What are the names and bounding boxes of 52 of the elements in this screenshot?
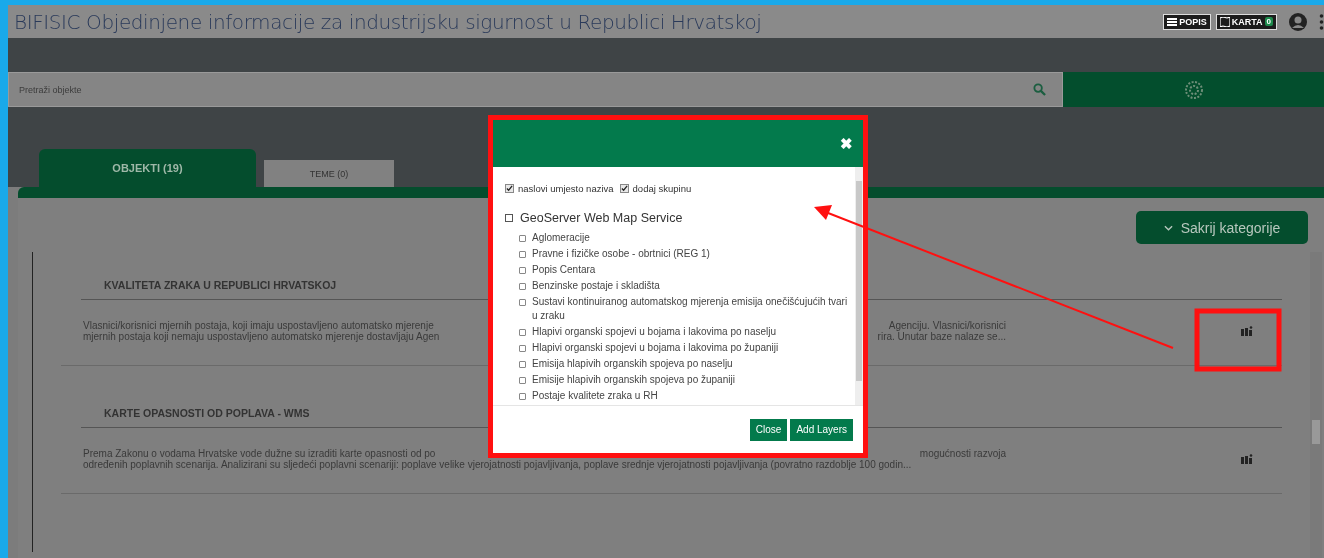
- layer-label: Hlapivi organski spojevi u bojama i lakovima po županiji: [532, 341, 779, 355]
- checkbox[interactable]: [505, 184, 514, 193]
- list-icon: [1167, 16, 1178, 27]
- chevron-down-icon: [1163, 224, 1173, 231]
- scrollbar[interactable]: [1310, 252, 1322, 558]
- search-icon[interactable]: [1033, 83, 1046, 96]
- checkbox-label: naslovi umjesto naziva: [518, 183, 614, 194]
- tab[interactable]: TEME (0): [264, 160, 394, 187]
- user-icon[interactable]: [1288, 11, 1308, 32]
- view-toggle-button[interactable]: KARTA 0: [1215, 13, 1277, 30]
- layer-label: Emisija hlapivih organskih spojeva po naselju: [532, 357, 733, 371]
- layer-label: Pravne i fizičke osobe - obrtnici (REG 1): [532, 247, 710, 261]
- window-title: BIFISIC Objedinjene informacije za industrijsku sigurnost u Republici Hrvatskoj: [14, 9, 762, 34]
- view-toggle-button[interactable]: POPIS: [1163, 13, 1211, 30]
- map-layers-icon[interactable]: [1241, 326, 1253, 336]
- description-text: Prema Zakonu o vodama Hrvatske vode dužne su izraditi karte opasnosti od po: [83, 448, 436, 459]
- layer-checkbox[interactable]: [519, 267, 526, 274]
- dialog-button[interactable]: Add Layers: [790, 418, 853, 441]
- checkbox[interactable]: [505, 214, 513, 222]
- search-bar[interactable]: Pretraži objekte: [8, 72, 1063, 107]
- layer-checkbox[interactable]: [519, 361, 526, 368]
- layer-checkbox[interactable]: [519, 329, 526, 336]
- hide-categories-button[interactable]: Sakrij kategorije: [1136, 211, 1308, 244]
- dialog-button[interactable]: Close: [749, 418, 788, 441]
- layer-checkbox[interactable]: [519, 235, 526, 242]
- menu-icon[interactable]: [1319, 13, 1324, 30]
- layer-checkbox[interactable]: [519, 345, 526, 352]
- layer-group-label: GeoServer Web Map Service: [520, 211, 683, 225]
- map-layers-icon[interactable]: [1241, 454, 1253, 464]
- count-badge: 0: [1264, 17, 1273, 26]
- layer-label: Aglomeracije: [532, 231, 590, 245]
- description-text: Vlasnici/korisnici mjernih postaja, koji imaju uspostavljeno automatsko mjerenje: [83, 320, 434, 331]
- close-button[interactable]: ✖: [840, 134, 853, 153]
- description-text: rira. Unutar baze nalaze se...: [877, 331, 1006, 342]
- description-text: mogućnosti razvoja: [919, 448, 1006, 459]
- description-text: mjernih postaja koji nemaju uspostavljeno automatsko mjerenje dostavljaju Agen: [83, 331, 440, 342]
- layer-checkbox[interactable]: [519, 283, 526, 290]
- tab[interactable]: OBJEKTI (19): [39, 149, 256, 187]
- layer-label: Emisije hlapivih organskih spojeva po županiji: [532, 373, 735, 387]
- checkbox-label: dodaj skupinu: [632, 183, 692, 194]
- map-icon: [1219, 16, 1230, 27]
- layer-label: Benzinske postaje i skladišta: [532, 279, 660, 293]
- checkbox[interactable]: [619, 184, 629, 193]
- scrollbar[interactable]: [855, 167, 863, 405]
- layer-checkbox[interactable]: [519, 299, 526, 306]
- layer-checkbox[interactable]: [519, 251, 526, 258]
- description-text: određenih poplavnih scenarija. Analizirani su sljedeći poplavni scenariji: poplave velike vjerojatnosti pojavljivanja, poplave srednje vjerojatnosti pojavljivanja (povratno razdoblje 100 godin...: [83, 459, 912, 470]
- layer-checkbox[interactable]: [519, 377, 526, 384]
- globe-logo-icon: [1183, 79, 1204, 100]
- layer-checkbox[interactable]: [519, 393, 526, 400]
- description-text: Agenciju. Vlasnici/korisnici: [888, 320, 1006, 331]
- layer-label: Hlapivi organski spojevi u bojama i lakovima po naselju: [532, 325, 776, 339]
